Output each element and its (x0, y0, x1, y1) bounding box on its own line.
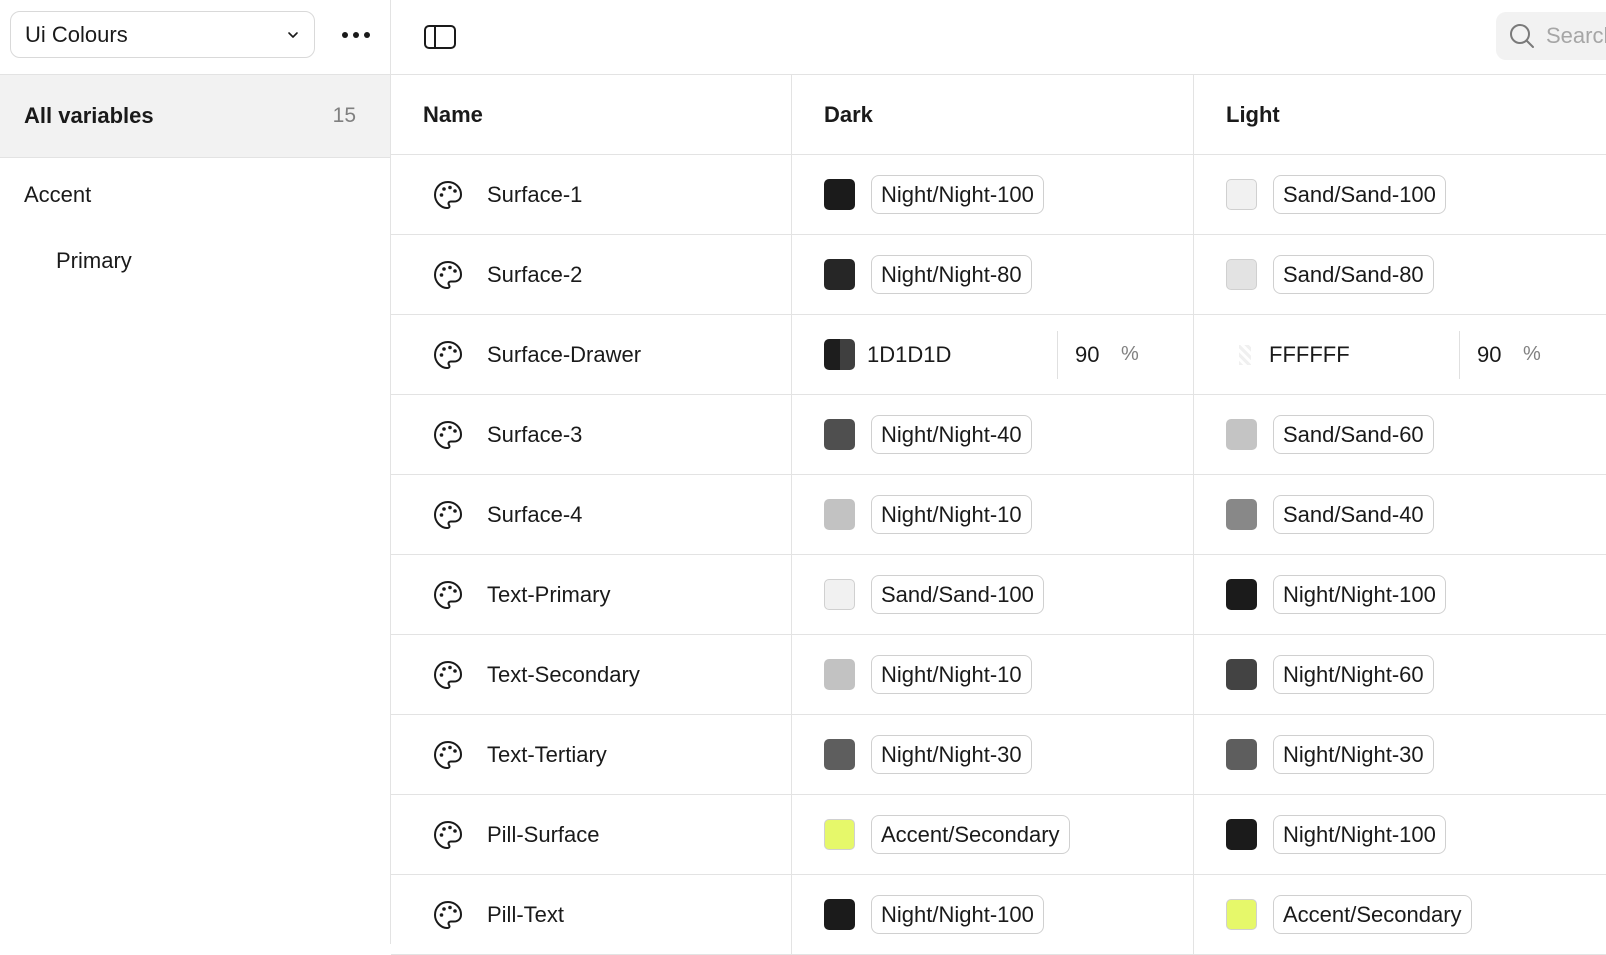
variable-alias-pill[interactable]: Night/Night-60 (1273, 655, 1434, 694)
collection-name: Ui Colours (25, 21, 128, 47)
color-swatch[interactable] (824, 899, 855, 930)
color-swatch[interactable] (824, 179, 855, 210)
color-swatch[interactable] (824, 659, 855, 690)
sidebar: Ui Colours All variables 15 Accent Prima… (0, 0, 391, 944)
table-row[interactable]: Surface-Drawer 1D1D1D 90% FFFFFF 90% (391, 315, 1606, 395)
table-row[interactable]: Text-Tertiary Night/Night-30 Night/Night-3… (391, 715, 1606, 795)
variable-alias-pill[interactable]: Night/Night-100 (1273, 575, 1446, 614)
variable-alias-pill[interactable]: Night/Night-100 (871, 895, 1044, 934)
variable-name[interactable]: Surface-1 (487, 182, 582, 208)
divider (1057, 330, 1058, 379)
table-row[interactable]: Surface-4 Night/Night-10 Sand/Sand-40 (391, 475, 1606, 555)
variable-alias-pill[interactable]: Sand/Sand-100 (1273, 175, 1446, 214)
variable-alias-pill[interactable]: Night/Night-100 (871, 175, 1044, 214)
color-swatch[interactable] (1226, 259, 1257, 290)
search-icon (1510, 24, 1534, 48)
variable-name[interactable]: Text-Secondary (487, 662, 640, 688)
color-swatch[interactable] (824, 819, 855, 850)
all-variables-item[interactable]: All variables 15 (0, 75, 390, 158)
search-input[interactable] (1544, 22, 1606, 50)
chevron-down-icon (288, 31, 298, 38)
table-row[interactable]: Text-Primary Sand/Sand-100 Night/Night-100 (391, 555, 1606, 635)
variable-name[interactable]: Pill-Text (487, 902, 564, 928)
hex-value[interactable]: 1D1D1D (867, 342, 1057, 368)
column-header-light: Light (1226, 101, 1280, 127)
table-row[interactable]: Surface-1 Night/Night-100 Sand/Sand-100 (391, 155, 1606, 235)
color-swatch[interactable] (1226, 339, 1257, 370)
sidebar-toggle-icon[interactable] (423, 22, 457, 52)
table-header-row: Name Dark Light (391, 75, 1606, 155)
color-swatch[interactable] (824, 739, 855, 770)
table-row[interactable]: Pill-Surface Accent/Secondary Night/Night-… (391, 795, 1606, 875)
variable-alias-pill[interactable]: Night/Night-10 (871, 495, 1032, 534)
table-row[interactable]: Pill-Text Night/Night-100 Accent/Secondary (391, 875, 1606, 955)
palette-icon (434, 500, 462, 529)
color-swatch[interactable] (824, 339, 855, 370)
variable-name[interactable]: Text-Primary (487, 582, 610, 608)
variable-name[interactable]: Surface-Drawer (487, 342, 641, 368)
color-swatch[interactable] (824, 499, 855, 530)
opacity-unit: % (1523, 343, 1541, 365)
search-box[interactable] (1496, 12, 1606, 60)
variable-alias-pill[interactable]: Sand/Sand-60 (1273, 415, 1434, 454)
palette-icon (434, 420, 462, 449)
color-swatch[interactable] (1226, 499, 1257, 530)
variable-alias-pill[interactable]: Night/Night-100 (1273, 815, 1446, 854)
hex-value[interactable]: FFFFFF (1269, 342, 1459, 368)
palette-icon (434, 340, 462, 369)
variable-name[interactable]: Text-Tertiary (487, 742, 607, 768)
opacity-value[interactable]: 90 (1075, 342, 1121, 368)
collection-select[interactable]: Ui Colours (10, 11, 315, 58)
variable-name[interactable]: Surface-4 (487, 502, 582, 528)
variable-alias-pill[interactable]: Night/Night-40 (871, 415, 1032, 454)
column-header-name: Name (423, 101, 483, 127)
color-swatch[interactable] (1226, 579, 1257, 610)
opacity-unit: % (1121, 343, 1139, 365)
more-options-icon[interactable] (336, 22, 376, 48)
variable-alias-pill[interactable]: Sand/Sand-80 (1273, 255, 1434, 294)
sidebar-group-accent[interactable]: Accent (24, 182, 91, 208)
color-swatch[interactable] (1226, 739, 1257, 770)
color-swatch[interactable] (824, 579, 855, 610)
sidebar-group-primary[interactable]: Primary (56, 248, 132, 274)
color-swatch[interactable] (1226, 899, 1257, 930)
divider (1459, 330, 1460, 379)
all-variables-count: 15 (332, 104, 356, 127)
palette-icon (434, 740, 462, 769)
variable-alias-pill[interactable]: Night/Night-30 (871, 735, 1032, 774)
variable-name[interactable]: Surface-2 (487, 262, 582, 288)
color-swatch[interactable] (1226, 659, 1257, 690)
opacity-value[interactable]: 90 (1477, 342, 1523, 368)
variable-alias-pill[interactable]: Accent/Secondary (871, 815, 1070, 854)
variable-name[interactable]: Surface-3 (487, 422, 582, 448)
sidebar-header: Ui Colours (0, 0, 390, 75)
variable-alias-pill[interactable]: Night/Night-10 (871, 655, 1032, 694)
variable-name[interactable]: Pill-Surface (487, 822, 599, 848)
variable-alias-pill[interactable]: Accent/Secondary (1273, 895, 1472, 934)
all-variables-label: All variables (24, 103, 154, 128)
table-row[interactable]: Surface-3 Night/Night-40 Sand/Sand-60 (391, 395, 1606, 475)
color-swatch[interactable] (1226, 419, 1257, 450)
color-swatch[interactable] (1226, 819, 1257, 850)
palette-icon (434, 820, 462, 849)
variable-alias-pill[interactable]: Night/Night-30 (1273, 735, 1434, 774)
toolbar (391, 0, 1606, 75)
variable-alias-pill[interactable]: Sand/Sand-100 (871, 575, 1044, 614)
palette-icon (434, 260, 462, 289)
palette-icon (434, 580, 462, 609)
color-swatch[interactable] (1226, 179, 1257, 210)
color-swatch[interactable] (824, 259, 855, 290)
variable-alias-pill[interactable]: Sand/Sand-40 (1273, 495, 1434, 534)
table-row[interactable]: Text-Secondary Night/Night-10 Night/Night-… (391, 635, 1606, 715)
main-panel: Name Dark Light Surface-1 Night/Night-100… (391, 0, 1606, 955)
palette-icon (434, 180, 462, 209)
column-header-dark: Dark (824, 101, 873, 127)
table-row[interactable]: Surface-2 Night/Night-80 Sand/Sand-80 (391, 235, 1606, 315)
palette-icon (434, 900, 462, 929)
color-swatch[interactable] (824, 419, 855, 450)
variable-alias-pill[interactable]: Night/Night-80 (871, 255, 1032, 294)
palette-icon (434, 660, 462, 689)
